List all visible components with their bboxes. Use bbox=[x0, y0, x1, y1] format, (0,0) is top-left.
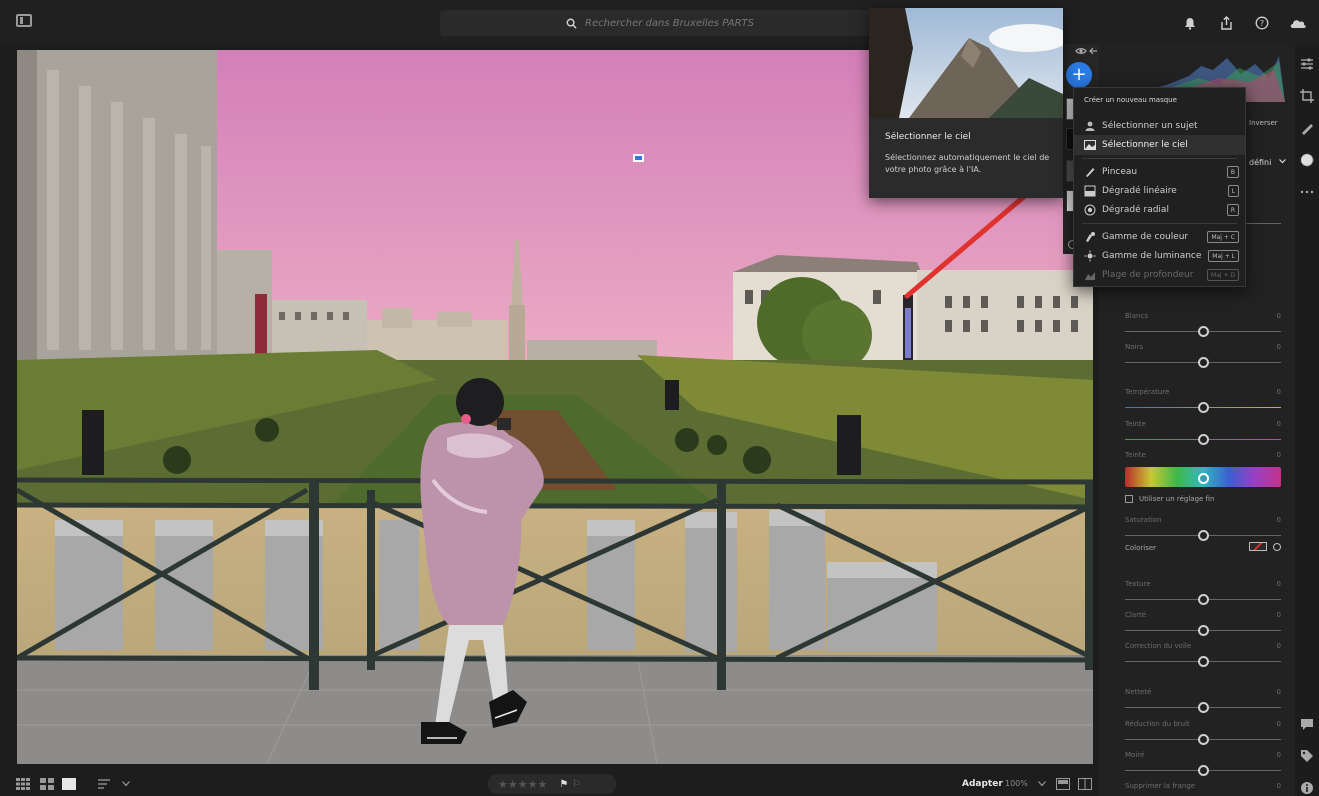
grid-view-icon[interactable] bbox=[16, 778, 30, 790]
share-icon[interactable] bbox=[1215, 12, 1237, 34]
slider-clarte[interactable]: Clarté 0 bbox=[1125, 611, 1281, 641]
slider-temperature[interactable]: Température 0 bbox=[1125, 388, 1281, 418]
tooltip-title: Sélectionner le ciel bbox=[885, 132, 971, 142]
hue-knob[interactable] bbox=[1198, 473, 1209, 484]
tool-strip bbox=[1295, 44, 1319, 796]
tooltip-preview-image bbox=[869, 8, 1063, 118]
slider-reduction-bruit[interactable]: Réduction du bruit 0 bbox=[1125, 720, 1281, 750]
cloud-icon[interactable] bbox=[1287, 12, 1309, 34]
preset-label[interactable]: défini bbox=[1249, 158, 1271, 167]
bottom-bar: ★★★★★ ⚑ ⚐ Adapter 100% bbox=[0, 772, 1099, 796]
split-view-icon[interactable] bbox=[1078, 778, 1092, 790]
healing-brush-icon[interactable] bbox=[1299, 120, 1315, 136]
shortcut-badge: Maj + D bbox=[1207, 269, 1239, 281]
menu-separator bbox=[1082, 158, 1237, 159]
slider-blancs[interactable]: Blancs 0 bbox=[1125, 312, 1281, 342]
panel-toggle-icon[interactable] bbox=[16, 14, 32, 27]
search-field[interactable]: Rechercher dans Bruxelles PARTS bbox=[440, 10, 880, 36]
luminance-range-icon bbox=[1084, 250, 1096, 262]
depth-range-icon bbox=[1085, 272, 1095, 280]
shortcut-badge: Maj + L bbox=[1208, 250, 1239, 262]
chevron-down-icon[interactable] bbox=[1038, 781, 1046, 787]
single-view-icon[interactable] bbox=[62, 778, 76, 790]
menu-item-select-sky[interactable]: Sélectionner le ciel bbox=[1074, 135, 1245, 155]
shortcut-badge: B bbox=[1226, 166, 1239, 178]
shortcut-badge: Maj + C bbox=[1207, 231, 1239, 243]
crop-icon[interactable] bbox=[1299, 88, 1315, 104]
slider-teinte[interactable]: Teinte 0 bbox=[1125, 420, 1281, 450]
slider-moire[interactable]: Moiré 0 bbox=[1125, 751, 1281, 781]
more-icon[interactable] bbox=[1299, 184, 1315, 200]
menu-item-linear-gradient[interactable]: Dégradé linéaire L bbox=[1074, 181, 1245, 201]
invert-label[interactable]: Inverser bbox=[1249, 119, 1278, 127]
fine-tune-checkbox[interactable]: Utiliser un réglage fin bbox=[1125, 495, 1214, 503]
shortcut-badge: L bbox=[1227, 185, 1239, 197]
rating-flags-bar: ★★★★★ ⚑ ⚐ bbox=[488, 774, 616, 794]
shortcut-badge: R bbox=[1226, 204, 1239, 216]
colorize-row: Coloriser bbox=[1125, 542, 1281, 552]
masking-icon[interactable] bbox=[1299, 152, 1315, 168]
menu-item-radial-gradient[interactable]: Dégradé radial R bbox=[1074, 200, 1245, 220]
zoom-level[interactable]: 100% bbox=[1005, 779, 1028, 788]
star-rating[interactable]: ★★★★★ bbox=[498, 778, 547, 791]
slider-nettete[interactable]: Netteté 0 bbox=[1125, 688, 1281, 718]
brush-icon bbox=[1086, 168, 1095, 177]
fit-button[interactable]: Adapter bbox=[962, 779, 1003, 789]
menu-item-brush[interactable]: Pinceau B bbox=[1074, 162, 1245, 182]
compare-icon[interactable] bbox=[1056, 778, 1070, 790]
square-grid-icon[interactable] bbox=[40, 778, 54, 790]
mask-menu-header: Créer un nouveau masque bbox=[1084, 96, 1177, 104]
top-bar: Rechercher dans Bruxelles PARTS ? bbox=[0, 0, 1319, 44]
create-mask-menu: Créer un nouveau masque Sélectionner un … bbox=[1073, 87, 1246, 287]
sliders-icon[interactable] bbox=[1299, 56, 1315, 72]
comment-icon[interactable] bbox=[1299, 716, 1315, 732]
color-swatch[interactable] bbox=[1249, 542, 1267, 551]
radial-gradient-icon bbox=[1084, 204, 1096, 216]
flag-icon[interactable]: ⚑ bbox=[559, 779, 568, 790]
sort-icon[interactable] bbox=[98, 778, 112, 790]
menu-item-depth-range: Plage de profondeur Maj + D bbox=[1074, 265, 1245, 285]
menu-item-select-subject[interactable]: Sélectionner un sujet bbox=[1074, 116, 1245, 136]
reject-flag-icon[interactable]: ⚐ bbox=[572, 779, 581, 790]
linear-gradient-icon bbox=[1084, 185, 1096, 197]
search-input[interactable]: Rechercher dans Bruxelles PARTS bbox=[585, 18, 754, 29]
chevron-down-icon[interactable] bbox=[122, 781, 130, 787]
tag-icon[interactable] bbox=[1299, 748, 1315, 764]
bell-icon[interactable] bbox=[1179, 12, 1201, 34]
search-icon bbox=[566, 18, 577, 29]
menu-separator bbox=[1082, 223, 1237, 224]
slider-correction-voile[interactable]: Correction du voile 0 bbox=[1125, 642, 1281, 672]
chevron-down-icon[interactable] bbox=[1279, 159, 1286, 164]
svg-text:?: ? bbox=[1260, 19, 1264, 28]
add-mask-button[interactable]: + bbox=[1066, 62, 1092, 88]
top-icons: ? bbox=[1179, 10, 1319, 36]
info-icon[interactable] bbox=[1299, 780, 1315, 796]
color-picker-icon[interactable] bbox=[1273, 543, 1281, 551]
color-range-icon bbox=[1086, 232, 1095, 242]
slider-supprimer-frange[interactable]: Supprimer la frange 0 bbox=[1125, 782, 1281, 796]
help-icon[interactable]: ? bbox=[1251, 12, 1273, 34]
sky-tooltip: Sélectionner le ciel Sélectionnez automa… bbox=[869, 8, 1063, 198]
menu-item-luminance-range[interactable]: Gamme de luminance Maj + L bbox=[1074, 246, 1245, 266]
checkbox-box[interactable] bbox=[1125, 495, 1133, 503]
slider-texture[interactable]: Texture 0 bbox=[1125, 580, 1281, 610]
person-icon bbox=[1085, 121, 1095, 131]
tooltip-description: Sélectionnez automatiquement le ciel de … bbox=[885, 153, 1050, 174]
eye-icon[interactable] bbox=[1075, 47, 1087, 55]
slider-noirs[interactable]: Noirs 0 bbox=[1125, 343, 1281, 373]
menu-item-color-range[interactable]: Gamme de couleur Maj + C bbox=[1074, 227, 1245, 247]
sky-icon bbox=[1084, 140, 1096, 150]
back-arrow-icon[interactable] bbox=[1089, 47, 1098, 55]
